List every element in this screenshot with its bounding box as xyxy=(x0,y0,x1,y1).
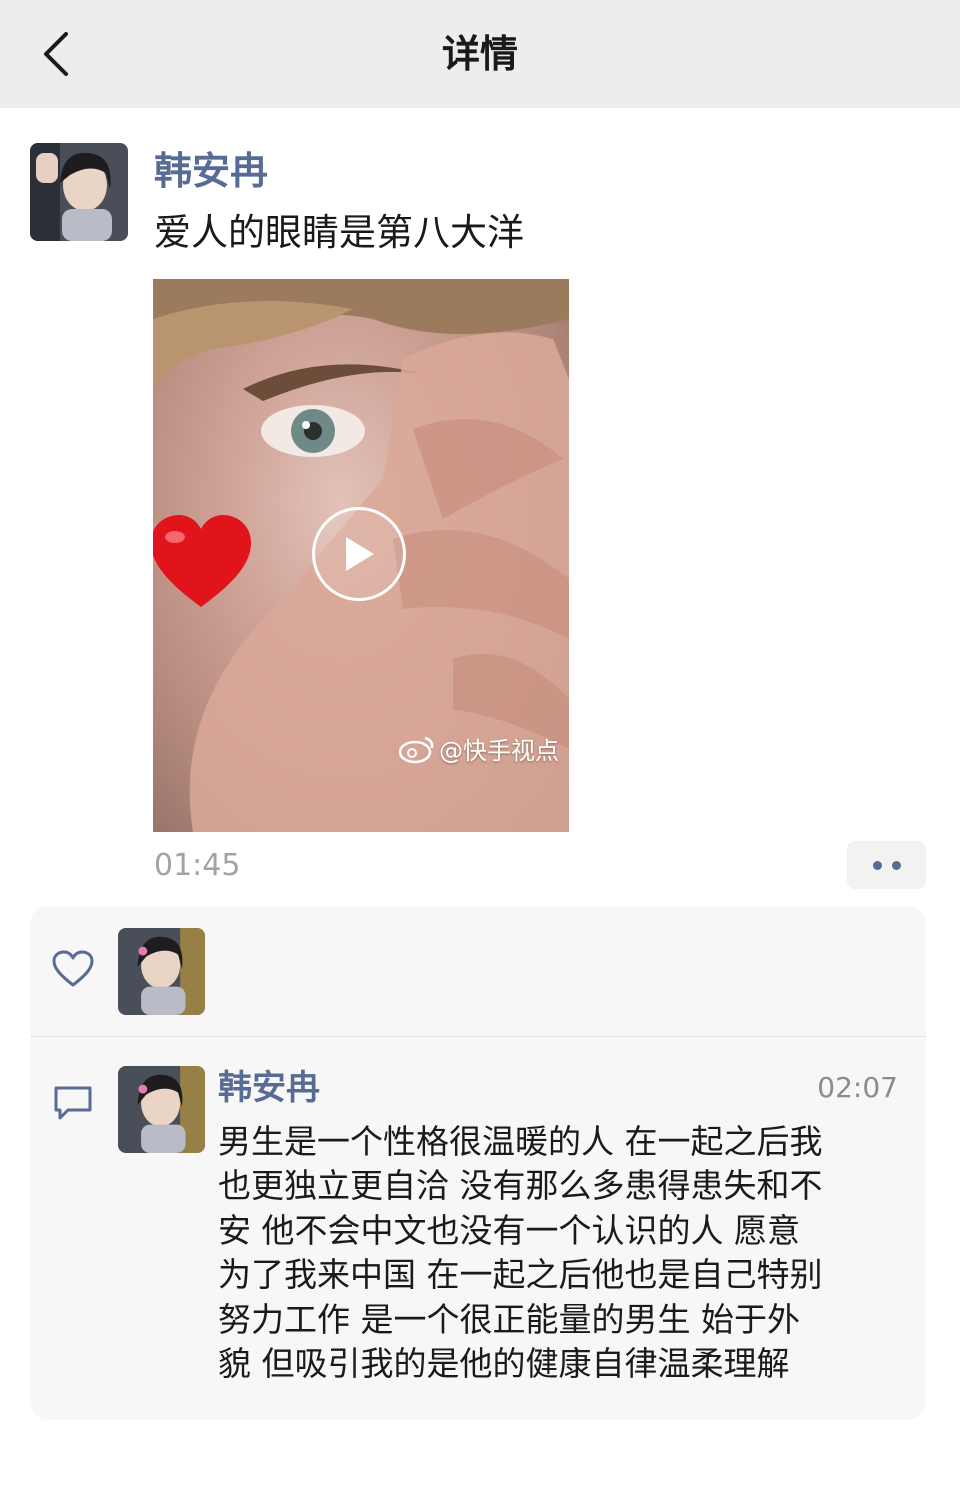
page-title: 详情 xyxy=(441,32,518,76)
like-user-avatar[interactable] xyxy=(118,928,205,1015)
weibo-icon xyxy=(399,736,434,763)
author-avatar[interactable] xyxy=(30,143,128,241)
interaction-panel: 韩安冉 02:07 男生是一个性格很温暖的人 在一起之后我 也更独立更自洽 没有… xyxy=(30,906,926,1420)
video-thumbnail[interactable]: @快手视点 xyxy=(153,279,569,832)
heart-outline-icon xyxy=(52,950,94,987)
post-time: 01:45 xyxy=(154,848,241,883)
comment-user-avatar[interactable] xyxy=(118,1066,205,1153)
video-watermark: @快手视点 xyxy=(399,731,559,766)
more-dots-icon xyxy=(872,860,882,870)
play-icon xyxy=(346,537,374,571)
comment-text: 男生是一个性格很温暖的人 在一起之后我 也更独立更自洽 没有那么多患得患失和不 … xyxy=(218,1122,823,1384)
comment-time: 02:07 xyxy=(817,1071,898,1104)
watermark-text: @快手视点 xyxy=(439,737,559,765)
comment-icon xyxy=(54,1086,92,1120)
more-dots-icon xyxy=(891,860,901,870)
divider xyxy=(30,1036,926,1037)
post-text: 爱人的眼睛是第八大洋 xyxy=(154,211,524,254)
more-button[interactable] xyxy=(847,841,926,889)
play-button[interactable] xyxy=(312,507,406,601)
heart-icon xyxy=(153,515,251,607)
author-name[interactable]: 韩安冉 xyxy=(154,146,268,196)
comment-author[interactable]: 韩安冉 xyxy=(218,1064,320,1112)
nav-bar: 详情 xyxy=(0,0,960,108)
